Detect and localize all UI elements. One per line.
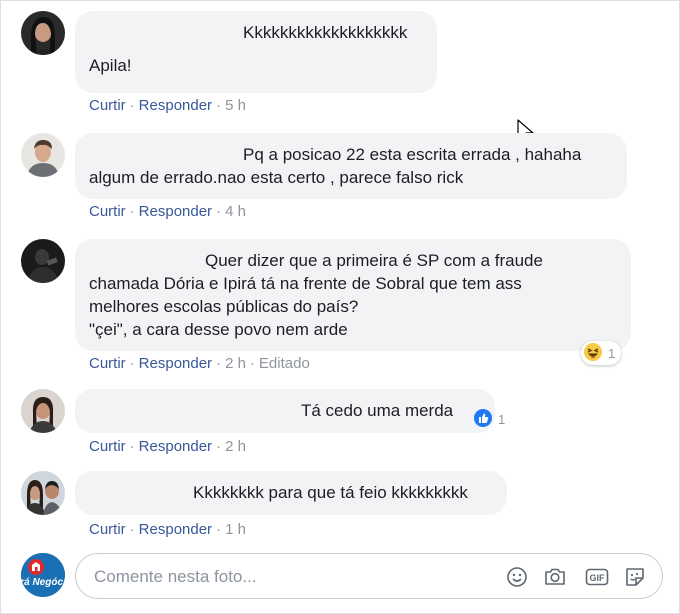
timestamp[interactable]: 2 h <box>225 438 246 455</box>
avatar[interactable] <box>21 389 65 433</box>
comment-line: chamada Dória e Ipirá tá na frente de So… <box>89 274 522 293</box>
comment-line: Tá cedo uma merda <box>301 401 454 420</box>
comment-line: "çei", a cara desse povo nem arde <box>89 320 348 339</box>
avatar[interactable] <box>21 239 65 283</box>
reply-link[interactable]: Responder <box>139 203 212 220</box>
like-link[interactable]: Curtir <box>89 355 126 372</box>
comment-bubble: Tá cedo uma merda <box>75 389 495 433</box>
comment-line: melhores escolas públicas do país? <box>89 297 359 316</box>
timestamp[interactable]: 2 h <box>225 355 246 372</box>
like-link[interactable]: Curtir <box>89 97 126 114</box>
haha-emoji-icon <box>583 342 603 365</box>
timestamp[interactable]: 1 h <box>225 521 246 538</box>
like-link[interactable]: Curtir <box>89 521 126 538</box>
avatar[interactable] <box>21 11 65 55</box>
comment-line: Kkkkkkkk para que tá feio kkkkkkkkk <box>193 483 468 502</box>
comment-line: Kkkkkkkkkkkkkkkkkkk <box>243 23 408 42</box>
timestamp[interactable]: 4 h <box>225 203 246 220</box>
comment-composer[interactable]: GIF <box>75 553 663 599</box>
reaction-summary[interactable]: 1 <box>581 341 622 365</box>
comment-bubble: Kkkkkkkk para que tá feio kkkkkkkkk <box>75 471 507 515</box>
like-link[interactable]: Curtir <box>89 203 126 220</box>
timestamp[interactable]: 5 h <box>225 97 246 114</box>
camera-icon[interactable] <box>542 564 568 590</box>
reaction-count: 1 <box>498 411 506 427</box>
logo-text: Ipirá Negócios <box>21 577 65 588</box>
reply-link[interactable]: Responder <box>139 97 212 114</box>
comment-bubble: Pq a posicao 22 esta escrita errada , ha… <box>75 133 627 199</box>
comment-actions: Curtir · Responder · 2 h <box>89 438 246 455</box>
comment-input[interactable] <box>92 564 476 590</box>
avatar[interactable] <box>21 133 65 177</box>
comment-line: Quer dizer que a primeira é SP com a fra… <box>205 251 543 270</box>
reply-link[interactable]: Responder <box>139 438 212 455</box>
reply-link[interactable]: Responder <box>139 521 212 538</box>
svg-text:GIF: GIF <box>590 573 606 583</box>
comment-actions: Curtir · Responder · 4 h <box>89 203 246 220</box>
smiley-icon[interactable] <box>504 564 530 590</box>
comment-actions: Curtir · Responder · 5 h <box>89 97 246 114</box>
gif-icon[interactable]: GIF <box>584 564 610 590</box>
comment-bubble: Quer dizer que a primeira é SP com a fra… <box>75 239 631 351</box>
comment-actions: Curtir · Responder · 2 h · Editado <box>89 355 310 372</box>
reply-link[interactable]: Responder <box>139 355 212 372</box>
edited-label[interactable]: Editado <box>259 355 310 372</box>
logo-icon: Ipirá Negócios <box>21 553 65 597</box>
comment-line: algum de errado.nao esta certo , parece … <box>89 168 464 187</box>
composer-avatar[interactable]: Ipirá Negócios <box>21 553 65 597</box>
sticker-icon[interactable] <box>622 564 648 590</box>
comment-line: Pq a posicao 22 esta escrita errada , ha… <box>243 145 582 164</box>
like-link[interactable]: Curtir <box>89 438 126 455</box>
comment-bubble: Kkkkkkkkkkkkkkkkkkk Apila! <box>75 11 437 93</box>
reaction-count: 1 <box>608 345 616 361</box>
like-thumb-icon <box>473 408 493 431</box>
comment-actions: Curtir · Responder · 1 h <box>89 521 246 538</box>
comment-line: Apila! <box>89 56 132 75</box>
avatar[interactable] <box>21 471 65 515</box>
reaction-summary[interactable]: 1 <box>471 407 511 431</box>
